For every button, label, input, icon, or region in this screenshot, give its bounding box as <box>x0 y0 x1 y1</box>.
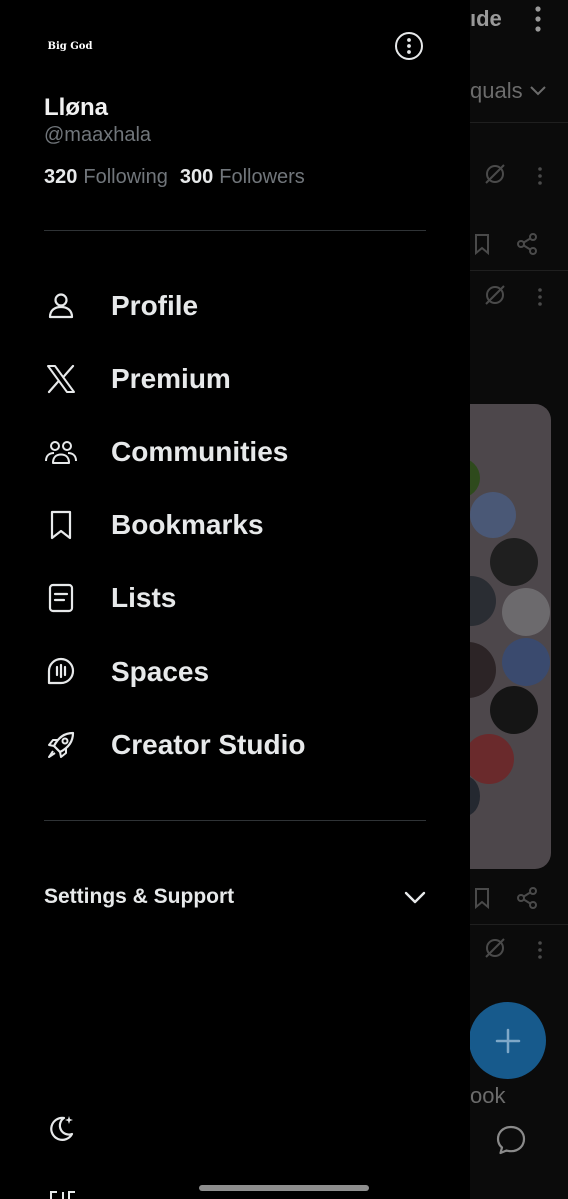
home-indicator[interactable] <box>199 1185 369 1191</box>
settings-support-label: Settings & Support <box>44 885 235 908</box>
nav-item-label: Bookmarks <box>111 509 264 540</box>
nav-item-premium[interactable]: Premium <box>44 353 424 405</box>
more-vertical-icon[interactable] <box>530 164 550 188</box>
muted-icon[interactable] <box>483 283 507 307</box>
chevron-down-icon <box>404 891 426 904</box>
avatar <box>490 538 538 586</box>
avatar <box>502 588 550 636</box>
nav-item-bookmarks[interactable]: Bookmarks <box>44 499 424 551</box>
nav-item-label: Creator Studio <box>111 729 306 760</box>
person-icon <box>48 293 74 319</box>
avatar-logo-text: Big God <box>47 40 93 52</box>
spaces-icon <box>47 657 75 685</box>
settings-support-toggle[interactable]: Settings & Support <box>44 878 428 916</box>
nav-item-label: Profile <box>111 290 199 321</box>
timeline-divider <box>470 122 568 123</box>
rocket-icon <box>48 731 75 758</box>
nav-item-lists[interactable]: Lists <box>44 572 424 624</box>
avatar <box>502 638 550 686</box>
more-vertical-icon[interactable] <box>528 4 548 34</box>
list-icon <box>48 583 74 613</box>
timeline-divider <box>470 270 568 271</box>
followers-count[interactable]: 300 <box>180 166 213 189</box>
share-icon[interactable] <box>515 232 539 256</box>
navigation-drawer: Big God Lløna @maaxhala 320 Following 30… <box>0 0 470 1199</box>
more-vertical-icon[interactable] <box>530 285 550 309</box>
following-label[interactable]: Following <box>83 166 167 189</box>
communities-icon <box>45 441 77 464</box>
timeline-filter-text[interactable]: quals <box>470 78 523 104</box>
chat-icon[interactable] <box>494 1123 528 1157</box>
follow-stats: 320 Following 300 Followers <box>44 166 311 189</box>
more-options-icon[interactable] <box>394 31 424 61</box>
divider <box>44 820 426 821</box>
followers-label[interactable]: Followers <box>219 166 305 189</box>
compose-fab-button[interactable] <box>469 1002 546 1079</box>
username-handle: @maaxhala <box>44 124 152 146</box>
nav-item-spaces[interactable]: Spaces <box>44 646 424 698</box>
more-vertical-icon[interactable] <box>530 938 550 962</box>
moon-icon[interactable] <box>44 1112 78 1146</box>
bookmark-icon <box>50 510 72 540</box>
bookmark-icon[interactable] <box>470 232 494 256</box>
nav-item-label: Lists <box>111 582 177 613</box>
muted-icon[interactable] <box>483 936 507 960</box>
nav-item-label: Premium <box>111 363 231 394</box>
plus-icon <box>495 1028 520 1053</box>
avatar[interactable]: Big God <box>44 20 96 72</box>
timeline-divider <box>470 924 568 925</box>
following-count[interactable]: 320 <box>44 166 77 189</box>
muted-icon[interactable] <box>483 162 507 186</box>
timeline-post-text: ook <box>470 1083 506 1108</box>
x-logo-icon <box>47 364 75 394</box>
avatar <box>464 734 514 784</box>
nav-item-profile[interactable]: Profile <box>44 280 424 332</box>
nav-item-label: Spaces <box>111 656 210 687</box>
nav-item-creator-studio[interactable]: Creator Studio <box>44 719 424 771</box>
avatar <box>470 492 516 538</box>
divider <box>44 230 426 231</box>
chevron-down-icon[interactable] <box>528 80 548 100</box>
qr-code-icon[interactable] <box>48 1188 78 1199</box>
avatar <box>490 686 538 734</box>
nav-item-label: Communities <box>111 436 289 467</box>
timeline-header-text: ıde <box>470 6 502 31</box>
display-name[interactable]: Lløna <box>44 94 108 122</box>
nav-item-communities[interactable]: Communities <box>44 426 424 478</box>
share-icon[interactable] <box>515 886 539 910</box>
bookmark-icon[interactable] <box>470 886 494 910</box>
